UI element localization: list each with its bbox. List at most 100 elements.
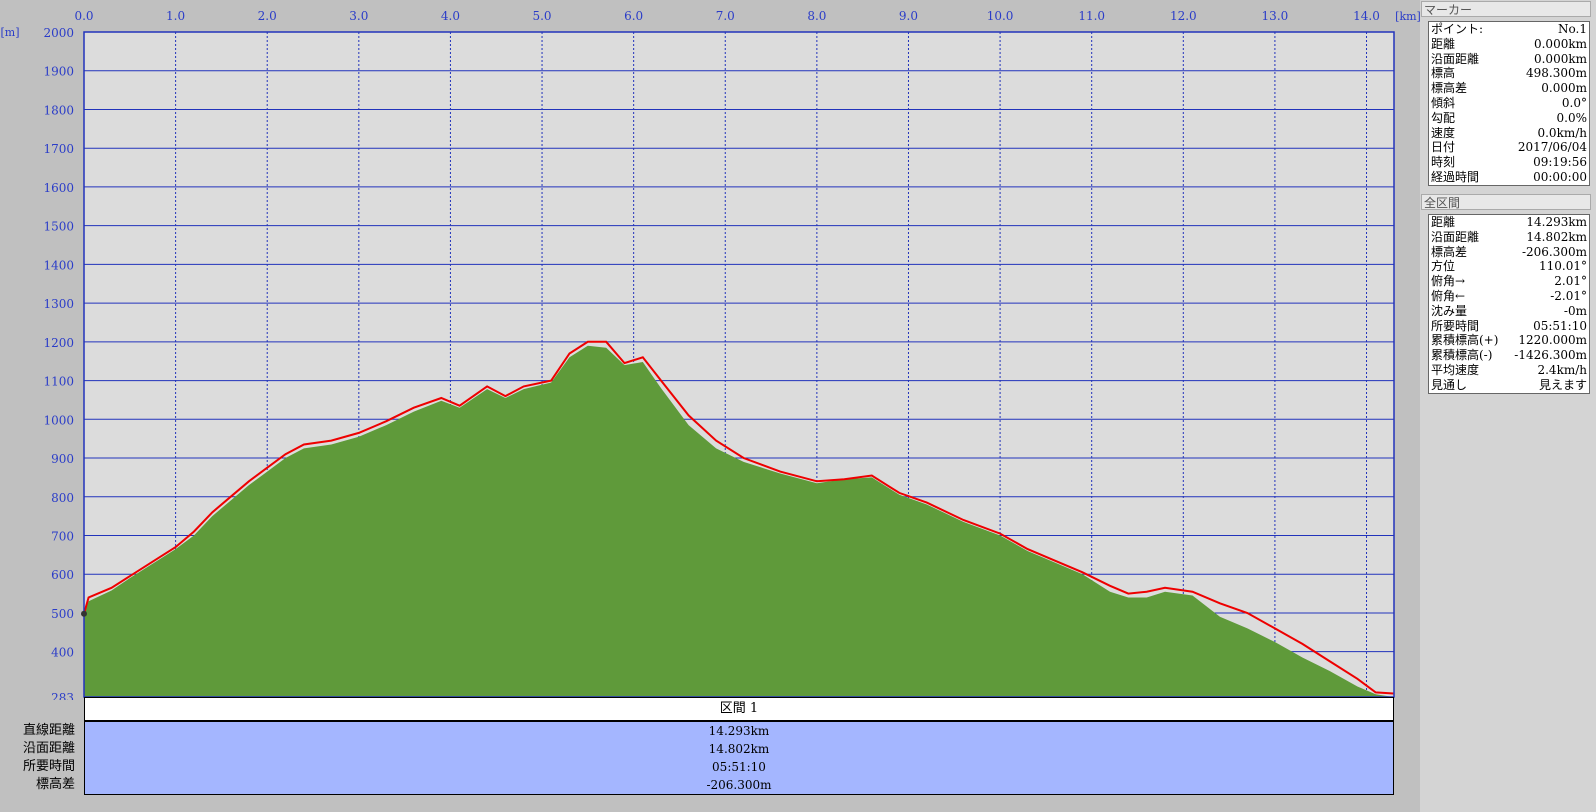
info-row: 沿面距離 0.000km	[1429, 52, 1589, 67]
info-row: 所要時間 05:51:10	[1429, 319, 1589, 334]
section-stat-value: 14.293km	[708, 724, 770, 738]
elevation-profile-chart[interactable]: 0.0 1.0 2.0 3.0 4.0 5.0 6.0 7.0 8.0 9.0 10.0 11.0 12…	[0, 0, 1420, 700]
info-value: -206.300m	[1521, 244, 1587, 259]
info-value: 0.0km/h	[1537, 125, 1587, 140]
y-tick-label: 1300	[43, 297, 74, 311]
info-label: 沿面距離	[1431, 229, 1480, 244]
info-row: 累積標高(-) -1426.300m	[1429, 348, 1589, 363]
info-row: 俯角→ 2.01°	[1429, 274, 1589, 289]
info-label: 累積標高(-)	[1431, 348, 1493, 363]
info-row: 累積標高(+) 1220.000m	[1429, 333, 1589, 348]
info-label: 傾斜	[1431, 95, 1456, 110]
info-label: 時刻	[1431, 155, 1456, 170]
info-value: 0.000km	[1533, 51, 1587, 66]
x-tick-label: 5.0	[532, 9, 551, 23]
x-tick-label: 4.0	[441, 9, 460, 23]
y-tick-label: 700	[51, 529, 74, 543]
y-tick-label: 1400	[43, 258, 74, 272]
info-row: 距離 0.000km	[1429, 37, 1589, 52]
info-value: 2.4km/h	[1537, 362, 1587, 377]
info-value: 09:19:56	[1533, 155, 1587, 170]
info-row: 時刻 09:19:56	[1429, 155, 1589, 170]
x-tick-label: 8.0	[807, 9, 826, 23]
info-label: 俯角←	[1431, 288, 1466, 303]
section-header[interactable]: 区間 1	[84, 697, 1394, 721]
info-row: 経過時間 00:00:00	[1429, 170, 1589, 185]
y-tick-label: 400	[51, 646, 74, 660]
y-tick-label: 600	[51, 568, 74, 582]
info-row: 速度 0.0km/h	[1429, 126, 1589, 141]
info-value: 110.01°	[1539, 259, 1587, 274]
section-stat-value: 14.802km	[708, 742, 770, 756]
info-label: 標高差	[1431, 244, 1468, 259]
x-tick-label: 11.0	[1078, 9, 1105, 23]
info-row: 距離 14.293km	[1429, 215, 1589, 230]
y-tick-label: 1600	[43, 181, 74, 195]
info-label: 沈み量	[1431, 303, 1468, 318]
info-label: 所要時間	[1431, 318, 1480, 333]
info-label: 日付	[1431, 140, 1456, 155]
info-row: 日付 2017/06/04	[1429, 140, 1589, 155]
section-stat-labels: 直線距離 沿面距離 所要時間 標高差	[0, 722, 75, 794]
info-value: 0.000m	[1541, 81, 1587, 96]
section-stat-label: 標高差	[35, 777, 75, 792]
info-label: 速度	[1431, 125, 1456, 140]
info-value: -2.01°	[1550, 288, 1587, 303]
info-value: -0m	[1563, 303, 1587, 318]
info-row: 標高差 -206.300m	[1429, 245, 1589, 260]
info-label: 距離	[1431, 36, 1456, 51]
y-tick-label: 1500	[43, 220, 74, 234]
info-row: 標高差 0.000m	[1429, 81, 1589, 96]
info-value: 2.01°	[1554, 274, 1587, 289]
info-value: 14.802km	[1526, 229, 1587, 244]
info-label: 標高	[1431, 66, 1456, 81]
x-tick-label: 7.0	[716, 9, 735, 23]
info-value: 見えます	[1538, 377, 1587, 392]
y-tick-label: 1000	[43, 413, 74, 427]
y-unit-label: [m]	[0, 26, 19, 39]
x-tick-label: 1.0	[166, 9, 185, 23]
info-row: ポイント: No.1	[1429, 22, 1589, 37]
info-label: ポイント:	[1431, 22, 1484, 36]
whole-section-info-table: 距離 14.293km 沿面距離 14.802km 標高差 -206.300m 方位 110.…	[1428, 214, 1590, 394]
info-row: 傾斜 0.0°	[1429, 96, 1589, 111]
x-tick-label: 14.0	[1353, 9, 1380, 23]
y-tick-label: 1800	[43, 103, 74, 117]
info-value: 498.300m	[1525, 66, 1587, 81]
section-stat-value: 05:51:10	[712, 760, 766, 774]
info-value: 0.0%	[1556, 110, 1588, 125]
info-value: 0.000km	[1533, 36, 1587, 51]
marker-panel-title: マーカー	[1421, 1, 1591, 17]
info-row: 俯角← -2.01°	[1429, 289, 1589, 304]
info-value: -1426.300m	[1514, 348, 1587, 363]
y-tick-label: 800	[51, 491, 74, 505]
section-stat-label: 沿面距離	[22, 741, 75, 756]
info-row: 方位 110.01°	[1429, 259, 1589, 274]
x-tick-label: 6.0	[624, 9, 643, 23]
y-tick-label: 1900	[43, 65, 74, 79]
info-row: 見通し 見えます	[1429, 378, 1589, 393]
info-label: 方位	[1431, 259, 1456, 274]
info-value: 0.0°	[1561, 95, 1587, 110]
info-label: 累積標高(+)	[1431, 333, 1499, 348]
y-tick-label: 1100	[43, 375, 74, 389]
info-value: 1220.000m	[1518, 333, 1587, 348]
x-tick-label: 13.0	[1262, 9, 1289, 23]
elevation-chart-panel: 0.0 1.0 2.0 3.0 4.0 5.0 6.0 7.0 8.0 9.0 10.0 11.0 12…	[0, 0, 1420, 812]
info-label: 見通し	[1431, 377, 1468, 392]
info-label: 距離	[1431, 215, 1456, 229]
y-tick-label: 1200	[43, 336, 74, 350]
y-tick-label: 500	[51, 607, 74, 621]
info-side-panel: マーカー ポイント: No.1 距離 0.000km 沿面距離 0.000km 標高 498.…	[1420, 0, 1596, 812]
x-tick-label: 2.0	[258, 9, 277, 23]
info-label: 標高差	[1431, 81, 1468, 96]
y-tick-label: 2000	[43, 26, 74, 40]
info-label: 平均速度	[1431, 362, 1480, 377]
whole-section-title: 全区間	[1421, 194, 1591, 210]
info-value: 00:00:00	[1533, 169, 1587, 184]
section-stat-value: -206.300m	[706, 778, 772, 792]
info-label: 経過時間	[1431, 169, 1480, 184]
info-row: 沿面距離 14.802km	[1429, 230, 1589, 245]
marker-info-table: ポイント: No.1 距離 0.000km 沿面距離 0.000km 標高 498.300m 標…	[1428, 21, 1590, 186]
info-label: 勾配	[1431, 110, 1456, 125]
